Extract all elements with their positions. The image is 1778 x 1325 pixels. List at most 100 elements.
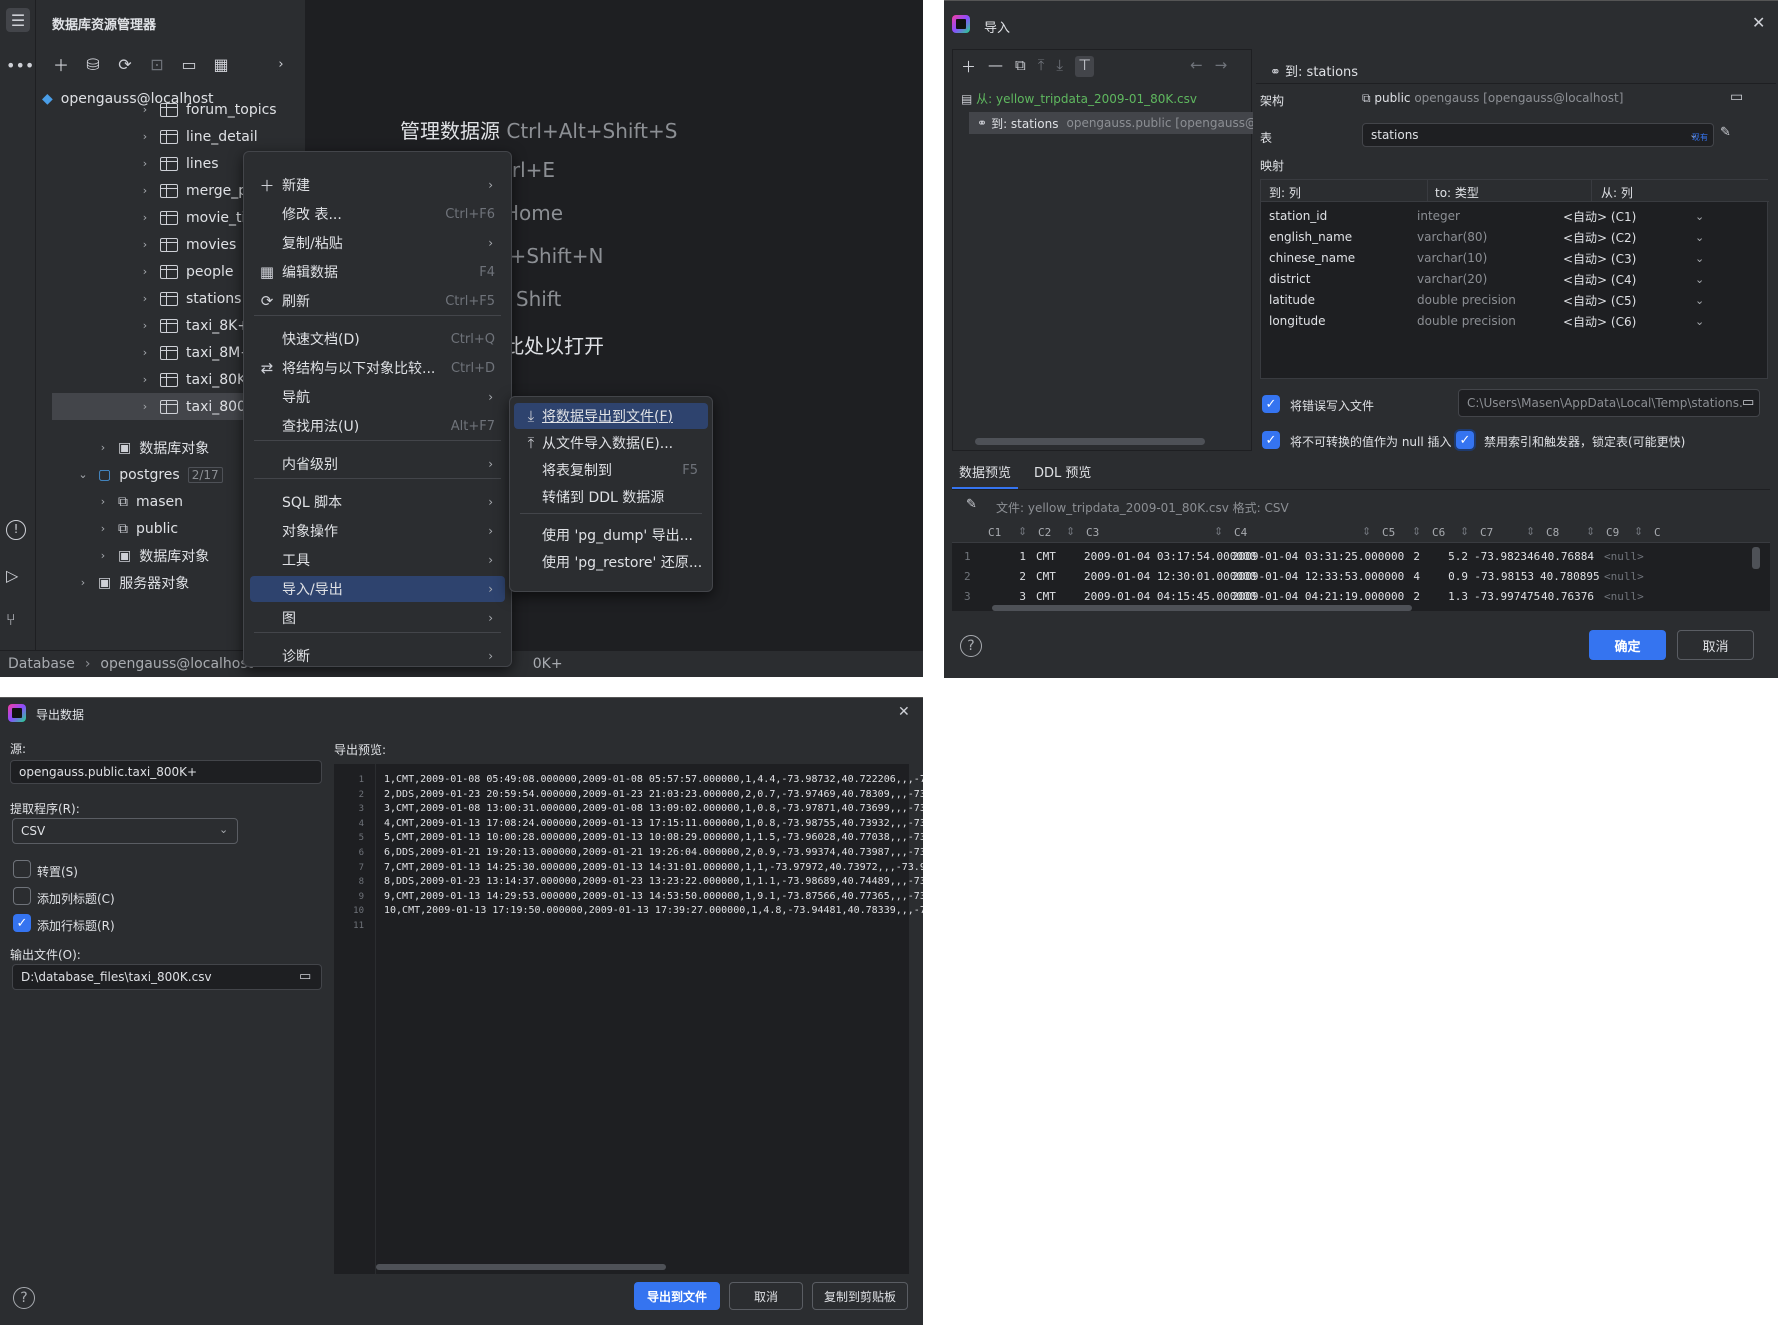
grid-column-header[interactable]: C3 <box>1086 526 1099 539</box>
chevron-down-icon[interactable]: ⌄ <box>1695 315 1704 328</box>
grid-cell[interactable]: <null> <box>1604 570 1644 583</box>
submenu-item[interactable]: 使用 'pg_dump' 导出... <box>514 522 708 548</box>
grid-cell[interactable]: 1.3 <box>1426 590 1468 603</box>
grid-column-header[interactable]: C5 <box>1382 526 1395 539</box>
grid-row[interactable]: 1 1 CMT 2009-01-04 03:17:54.000000 2009-01-0… <box>952 547 1752 567</box>
chevron-down-icon[interactable]: ⌄ <box>1695 231 1704 244</box>
database-icon[interactable]: ☰ <box>6 8 30 32</box>
grid-row[interactable]: 2 2 CMT 2009-01-04 12:30:01.000000 2009-01-0… <box>952 567 1752 587</box>
null-insert-checkbox[interactable]: ✓ <box>1262 431 1280 449</box>
transpose-checkbox[interactable] <box>13 860 31 878</box>
add-icon[interactable]: ＋ <box>50 53 72 75</box>
horizontal-scrollbar[interactable] <box>376 1264 666 1270</box>
context-menu-item[interactable]: 工具 › <box>250 547 505 573</box>
horizontal-scrollbar[interactable] <box>992 605 1412 611</box>
copy-icon[interactable]: ⧉ <box>1015 56 1026 77</box>
tree-table-row[interactable]: › taxi_80K+ <box>138 366 258 393</box>
cancel-button[interactable]: 取消 <box>1677 630 1754 660</box>
context-menu-item[interactable]: 修改 表... Ctrl+F6 <box>250 201 505 227</box>
breadcrumb-database[interactable]: Database <box>8 656 75 672</box>
add-icon[interactable]: ＋ <box>961 56 976 77</box>
context-menu-item[interactable]: 诊断 › <box>250 643 505 669</box>
tree-node-public[interactable]: › ⧉ public <box>96 515 178 542</box>
edit-icon[interactable]: ✎ <box>1720 125 1731 140</box>
arrow-left-icon[interactable]: ← <box>1190 56 1203 77</box>
problems-icon[interactable]: ! <box>6 520 26 540</box>
sort-icon[interactable]: ⇕ <box>1460 525 1469 538</box>
cancel-button[interactable]: 取消 <box>729 1282 803 1310</box>
source-file-item[interactable]: ▤ 从: yellow_tripdata_2009-01_80K.csv <box>961 90 1197 107</box>
submenu-item[interactable]: 转储到 DDL 数据源 <box>514 484 708 510</box>
mapping-source-column[interactable]: <自动> (C5) <box>1563 292 1636 309</box>
grid-cell[interactable]: 3 <box>982 590 1026 603</box>
tree-node-server-objects[interactable]: › ▣ 服务器对象 <box>76 569 189 596</box>
grid-cell[interactable]: 5.2 <box>1426 550 1468 563</box>
grid-cell[interactable]: 4 <box>1376 570 1420 583</box>
grid-column-header[interactable]: C4 <box>1234 526 1247 539</box>
tree-table-row[interactable]: › lines <box>138 150 219 177</box>
tree-table-row[interactable]: › taxi_8K+ <box>138 312 249 339</box>
add-column-header-checkbox[interactable] <box>13 887 31 905</box>
tree-table-row[interactable]: › stations <box>138 285 242 312</box>
submenu-item[interactable]: ⤒ 从文件导入数据(E)... <box>514 430 708 456</box>
grid-cell[interactable]: CMT <box>1036 550 1056 563</box>
grid-cell[interactable]: <null> <box>1604 590 1644 603</box>
grid-cell[interactable]: 40.76884 <box>1540 550 1594 563</box>
export-to-file-button[interactable]: 导出到文件 <box>634 1282 720 1310</box>
grid-cell[interactable]: 2 <box>1376 550 1420 563</box>
tree-node-postgres[interactable]: ⌄ ▢ postgres 2/17 <box>76 461 223 488</box>
sort-icon[interactable]: ⇕ <box>1586 525 1595 538</box>
help-icon[interactable]: ? <box>960 635 982 657</box>
submenu-item[interactable]: ⤓ 将数据导出到文件(F) <box>514 403 708 429</box>
grid-cell[interactable]: 2 <box>982 570 1026 583</box>
sort-icon[interactable]: ⇕ <box>1018 525 1027 538</box>
context-menu-item[interactable]: SQL 脚本 › <box>250 489 505 515</box>
ok-button[interactable]: 确定 <box>1589 630 1666 660</box>
context-menu-item[interactable]: 查找用法(U) Alt+F7 <box>250 413 505 439</box>
mapping-source-column[interactable]: <自动> (C6) <box>1563 313 1636 330</box>
sort-icon[interactable]: ⇕ <box>1214 525 1223 538</box>
grid-column-header[interactable]: C2 <box>1038 526 1051 539</box>
chevron-down-icon[interactable]: ⌄ <box>1695 252 1704 265</box>
mapping-row[interactable]: longitude double precision <自动> (C6) ⌄ <box>1261 309 1769 333</box>
mapping-source-column[interactable]: <自动> (C2) <box>1563 229 1636 246</box>
grid-cell[interactable]: 2009-01-04 03:17:54.000000 <box>1084 550 1256 563</box>
context-menu-item[interactable]: 内省级别 › <box>250 451 505 477</box>
tree-node-db-objects[interactable]: › ▣ 数据库对象 <box>96 434 209 461</box>
arrow-right-icon[interactable]: → <box>1215 56 1228 77</box>
grid-cell[interactable]: 2009-01-04 04:15:45.000000 <box>1084 590 1256 603</box>
tree-node-db-objects-2[interactable]: › ▣ 数据库对象 <box>96 542 209 569</box>
folder-icon[interactable]: ▭ <box>1730 89 1743 105</box>
grid-cell[interactable]: 2 <box>1376 590 1420 603</box>
remove-icon[interactable]: — <box>988 56 1003 77</box>
more-icon[interactable]: ••• <box>6 56 34 75</box>
grid-column-header[interactable]: C9 <box>1606 526 1619 539</box>
tree-table-row[interactable]: › merge_pe <box>138 177 256 204</box>
output-file-input[interactable]: D:\database_files\taxi_800K.csv ▭ <box>12 964 322 990</box>
tab-data-preview[interactable]: 数据预览 <box>952 463 1018 489</box>
context-menu-item[interactable]: 复制/粘贴 › <box>250 230 505 256</box>
refresh-icon[interactable]: ⟳ <box>114 53 136 75</box>
context-menu-item[interactable]: 导航 › <box>250 384 505 410</box>
context-menu-item[interactable]: 对象操作 › <box>250 518 505 544</box>
grid-column-header[interactable]: C1 <box>988 526 1001 539</box>
console-icon[interactable]: ▭ <box>178 53 200 75</box>
copy-to-clipboard-button[interactable]: 复制到剪贴板 <box>812 1282 908 1310</box>
edit-icon[interactable]: ✎ <box>966 497 977 512</box>
extractor-select[interactable]: CSV ⌄ <box>12 818 238 844</box>
grid-cell[interactable]: 0.9 <box>1426 570 1468 583</box>
tree-table-row[interactable]: › movies <box>138 231 237 258</box>
table-view-icon[interactable]: ▦ <box>210 53 232 75</box>
grid-cell[interactable]: 2009-01-04 12:30:01.000000 <box>1084 570 1256 583</box>
grid-cell[interactable]: CMT <box>1036 570 1056 583</box>
chevron-right-icon[interactable]: › <box>270 53 292 75</box>
close-icon[interactable]: ✕ <box>1752 13 1765 32</box>
sort-icon[interactable]: ⇕ <box>1412 525 1421 538</box>
chevron-down-icon[interactable]: ⌄ <box>1695 273 1704 286</box>
grid-column-header[interactable]: C8 <box>1546 526 1559 539</box>
grid-cell[interactable]: 40.76376 <box>1540 590 1594 603</box>
pin-icon[interactable]: ⊤ <box>1075 56 1095 77</box>
context-menu-item[interactable]: 快速文档(D) Ctrl+Q <box>250 326 505 352</box>
mapping-source-column[interactable]: <自动> (C1) <box>1563 208 1636 225</box>
git-icon[interactable]: ⑂ <box>6 610 16 629</box>
